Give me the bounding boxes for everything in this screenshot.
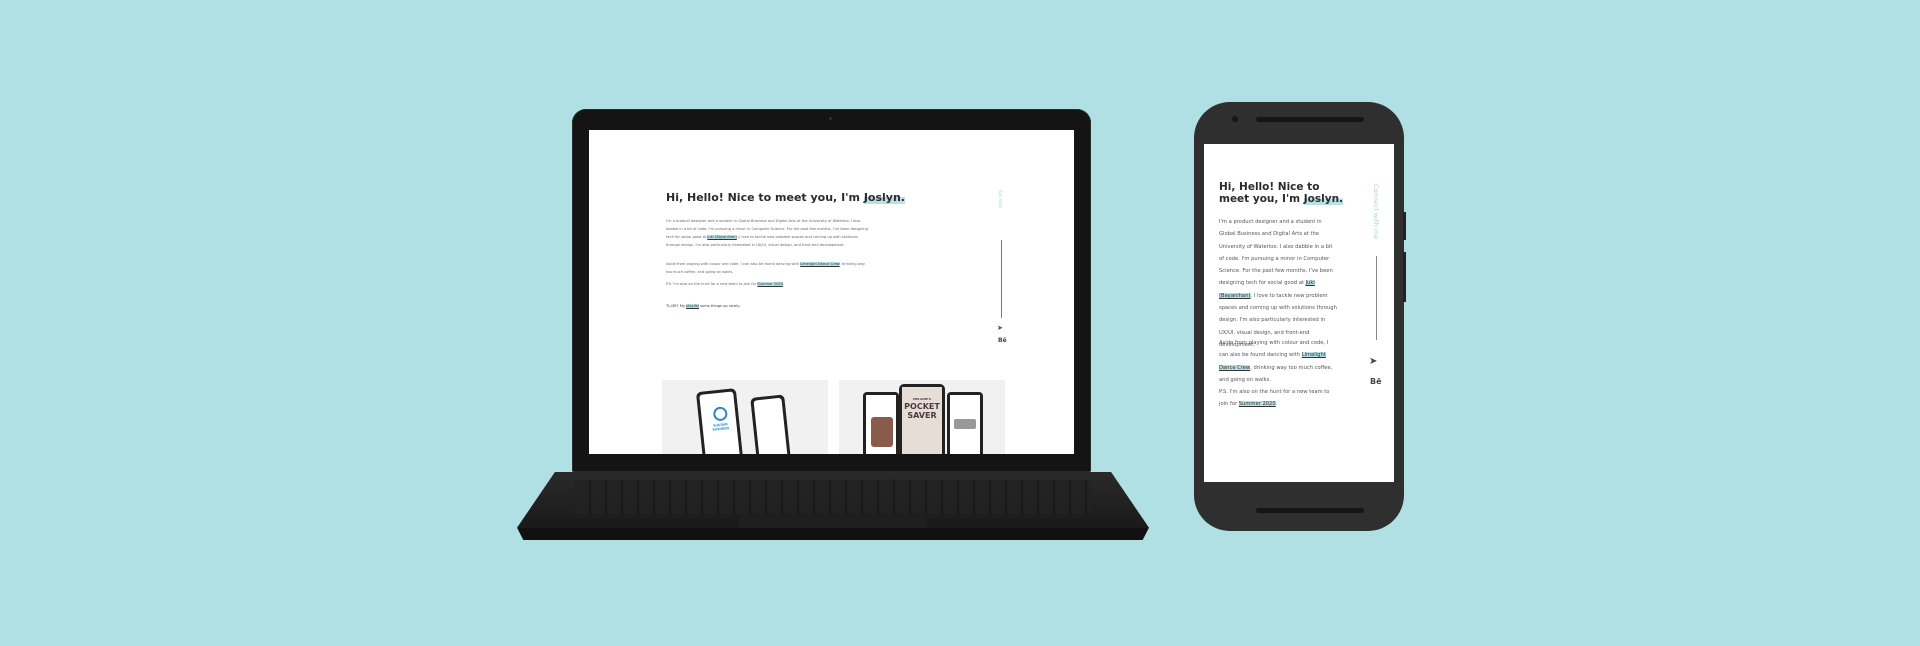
phone-mockup: Hi, Hello! Nice to meet you, I'm Joslyn.… — [1194, 102, 1406, 531]
pocket-line2: POCKET — [904, 402, 940, 411]
heading-name: Joslyn. — [863, 191, 905, 204]
mobile-page-title: Hi, Hello! Nice to meet you, I'm Joslyn. — [1219, 181, 1344, 205]
limelight-link[interactable]: Limelight Dance Crew — [800, 262, 840, 266]
project-phone-left — [863, 392, 899, 454]
shoe-image — [954, 419, 976, 429]
sustain-app-name: SUSTAIN BUSINESS — [712, 422, 730, 432]
paper-plane-icon[interactable]: ➤ — [1369, 356, 1377, 367]
project-card-pocket-saver[interactable]: MELANIE'S POCKET SAVER — [839, 380, 1005, 454]
mobile-ps-paragraph: P.S. I'm also on the hunt for a new team… — [1219, 389, 1330, 408]
sweater-image — [871, 417, 893, 447]
playlist-link[interactable]: playlist — [686, 304, 699, 308]
pocket-line1: MELANIE'S — [912, 397, 932, 401]
paper-plane-icon[interactable]: ➤ — [997, 324, 1003, 332]
phone-camera — [1232, 116, 1238, 122]
project-phone-right — [947, 392, 983, 454]
behance-icon[interactable]: Bē — [998, 337, 1007, 344]
phone-screen: Hi, Hello! Nice to meet you, I'm Joslyn.… — [1204, 144, 1394, 482]
behance-icon[interactable]: Bē — [1370, 377, 1382, 386]
laptop-screen: Hi, Hello! Nice to meet you, I'm Joslyn.… — [589, 130, 1074, 454]
project-phone-1: SUSTAIN BUSINESS — [695, 388, 745, 454]
phone-power-button — [1403, 212, 1406, 240]
phone-volume-button — [1403, 252, 1406, 302]
mobile-heading-name: Joslyn. — [1303, 193, 1344, 205]
project-phone-2 — [750, 394, 792, 454]
laptop-lid: Hi, Hello! Nice to meet you, I'm Joslyn.… — [572, 109, 1091, 472]
project-card-sustain[interactable]: SUSTAIN BUSINESS — [662, 380, 828, 454]
mobile-intro-paragraph: I'm a product designer and a student in … — [1219, 219, 1337, 348]
intro-paragraph: I'm a product designer and a student in … — [666, 219, 868, 247]
tldr-paragraph: TL;DR? My playlist sums things up nicely… — [666, 304, 740, 308]
laptop-front-edge — [519, 528, 1147, 540]
laptop-keyboard — [575, 480, 1091, 514]
phone-speaker-bottom — [1256, 508, 1364, 513]
side-contact-label: Say hello — [998, 190, 1003, 209]
mobile-side-divider — [1376, 256, 1377, 340]
hobbies-paragraph: Aside from playing with colour and code,… — [666, 262, 866, 274]
bayanihan-link[interactable]: Juki (Bayanihan) — [707, 235, 737, 239]
heading-prefix: Hi, Hello! Nice to meet you, I'm — [666, 191, 864, 204]
page-title: Hi, Hello! Nice to meet you, I'm Joslyn. — [666, 191, 905, 204]
laptop-camera — [829, 117, 832, 120]
project-phone-center: MELANIE'S POCKET SAVER — [899, 384, 945, 454]
summer-link[interactable]: Summer 2020 — [757, 282, 783, 286]
mobile-hobbies-paragraph: Aside from playing with colour and code,… — [1219, 340, 1333, 383]
side-divider — [1001, 240, 1002, 318]
mobile-summer-link[interactable]: Summer 2020 — [1238, 401, 1276, 408]
pocket-line3: SAVER — [907, 411, 937, 420]
sustain-logo-icon — [712, 406, 729, 422]
mobile-side-contact-label: Connect with me — [1372, 184, 1380, 240]
laptop-mockup: Hi, Hello! Nice to meet you, I'm Joslyn.… — [517, 104, 1149, 540]
ps-paragraph: P.S. I'm also on the hunt for a new team… — [666, 282, 785, 286]
phone-speaker-top — [1256, 117, 1364, 122]
